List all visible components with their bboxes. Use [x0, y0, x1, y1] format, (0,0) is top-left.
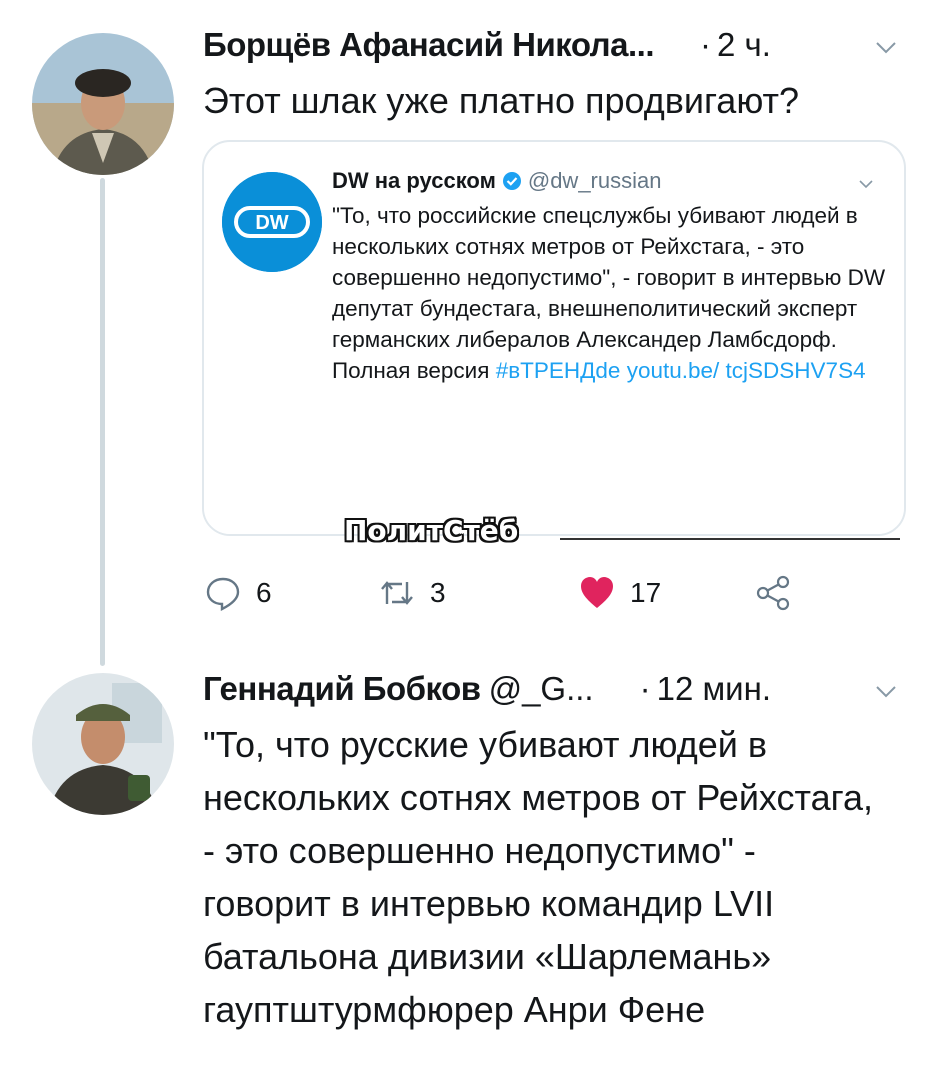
quoted-tweet-card[interactable]: DW DW на русском @dw_russian "То, что ро… [202, 140, 906, 536]
separator-dot: · [639, 670, 651, 707]
full-version-label: Полная версия [332, 358, 490, 383]
share-icon [756, 575, 790, 611]
dw-logo-icon: DW [222, 172, 322, 272]
reply-count: 6 [256, 577, 272, 608]
reply-button[interactable]: 6 [204, 574, 272, 612]
author-handle[interactable]: @_G... [489, 670, 594, 708]
avatar-photo-icon [32, 33, 174, 175]
like-count: 17 [630, 577, 662, 608]
author-name[interactable]: Геннадий Бобков [203, 670, 481, 708]
avatar-photo-icon [32, 673, 174, 815]
hashtag-link[interactable]: #вТРЕНДde [496, 358, 621, 383]
url-link[interactable]: youtu.be/ tcjSDSHV7S4 [627, 358, 866, 383]
like-button[interactable]: 17 [578, 574, 661, 612]
card-fade [204, 494, 904, 534]
quoted-tweet-text: "То, что российские спецслужбы убивают л… [332, 200, 892, 386]
dw-avatar: DW [222, 172, 322, 272]
tweet-text: "То, что русские убивают людей в несколь… [203, 724, 873, 1030]
retweet-count: 3 [430, 577, 446, 608]
avatar[interactable] [32, 33, 174, 175]
tweet-actions: 6 3 17 [204, 574, 824, 618]
tweet-header: Борщёв Афанасий Никола... · 2 ч. [203, 26, 771, 64]
author-name[interactable]: Борщёв Афанасий Никола... [203, 26, 654, 64]
svg-text:DW: DW [255, 212, 288, 234]
quoted-author-handle[interactable]: @dw_russian [528, 168, 662, 194]
thread-connector-line [100, 178, 105, 666]
chevron-down-icon[interactable] [874, 36, 898, 60]
divider [560, 538, 900, 540]
watermark: ПолитСтёб [344, 514, 519, 547]
separator-dot: · [699, 26, 711, 63]
avatar[interactable] [32, 673, 174, 815]
share-button[interactable] [754, 574, 792, 612]
timestamp[interactable]: 2 ч. [717, 26, 771, 64]
tweet-text: Этот шлак уже платно продвигают? [203, 80, 800, 121]
chevron-down-icon[interactable] [858, 176, 874, 192]
heart-icon [581, 577, 613, 608]
timestamp[interactable]: 12 мин. [657, 670, 771, 708]
quoted-author-name[interactable]: DW на русском [332, 168, 496, 194]
verified-badge-icon [502, 172, 521, 190]
quoted-tweet-header: DW на русском @dw_russian [332, 168, 661, 194]
chevron-down-icon[interactable] [874, 680, 898, 704]
reply-icon [206, 577, 240, 611]
retweet-button[interactable]: 3 [378, 574, 446, 612]
tweet-header: Геннадий Бобков @_G... · 12 мин. [203, 670, 771, 708]
quoted-tweet-body: "То, что российские спецслужбы убивают л… [332, 203, 886, 352]
retweet-icon [381, 581, 413, 605]
